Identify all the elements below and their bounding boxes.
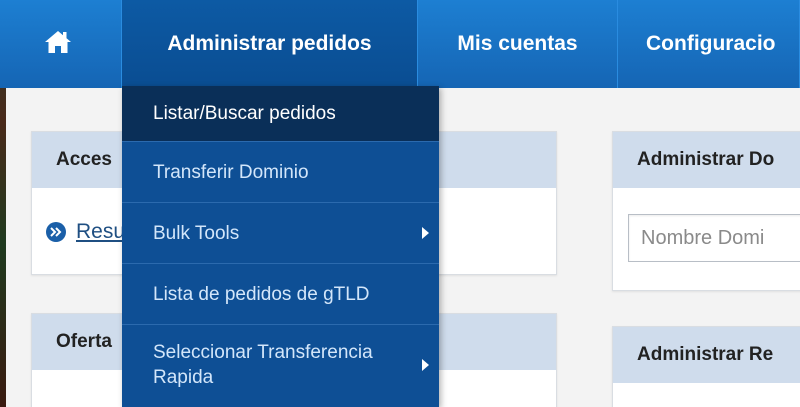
panel-administrar-re-title: Administrar Re bbox=[613, 327, 800, 383]
nav-configuracion[interactable]: Configuracio bbox=[618, 0, 800, 88]
administrar-pedidos-dropdown: Listar/Buscar pedidos Transferir Dominio… bbox=[122, 86, 439, 407]
menu-item-label: Seleccionar Transferencia Rapida bbox=[153, 342, 373, 388]
menu-item-label: Bulk Tools bbox=[153, 222, 240, 244]
home-icon bbox=[44, 29, 72, 60]
domain-name-input[interactable] bbox=[628, 214, 800, 262]
menu-item-listar-buscar-pedidos[interactable]: Listar/Buscar pedidos bbox=[122, 86, 439, 142]
double-chevron-right-icon bbox=[46, 222, 66, 242]
panel-administrar-re: Administrar Re bbox=[612, 326, 800, 407]
submenu-arrow-icon bbox=[422, 359, 429, 371]
nav-administrar-pedidos[interactable]: Administrar pedidos bbox=[122, 0, 418, 88]
resumen-link[interactable]: Resu bbox=[46, 220, 125, 244]
panel-administrar-dominios-title: Administrar Do bbox=[613, 132, 800, 188]
panel-administrar-dominios: Administrar Do bbox=[612, 131, 800, 291]
menu-item-label: Listar/Buscar pedidos bbox=[153, 103, 336, 124]
resumen-link-label: Resu bbox=[76, 220, 126, 243]
menu-item-lista-pedidos-gtld[interactable]: Lista de pedidos de gTLD bbox=[122, 264, 439, 325]
nav-home-button[interactable] bbox=[0, 0, 122, 88]
menu-item-bulk-tools[interactable]: Bulk Tools bbox=[122, 203, 439, 264]
menu-item-label: Lista de pedidos de gTLD bbox=[153, 283, 370, 305]
submenu-arrow-icon bbox=[422, 227, 429, 239]
menu-item-seleccionar-transferencia-rapida[interactable]: Seleccionar Transferencia Rapida bbox=[122, 325, 439, 405]
top-navigation: Administrar pedidos Mis cuentas Configur… bbox=[0, 0, 800, 88]
nav-mis-cuentas[interactable]: Mis cuentas bbox=[418, 0, 618, 88]
menu-item-transferir-dominio[interactable]: Transferir Dominio bbox=[122, 142, 439, 203]
menu-item-label: Transferir Dominio bbox=[153, 161, 309, 183]
